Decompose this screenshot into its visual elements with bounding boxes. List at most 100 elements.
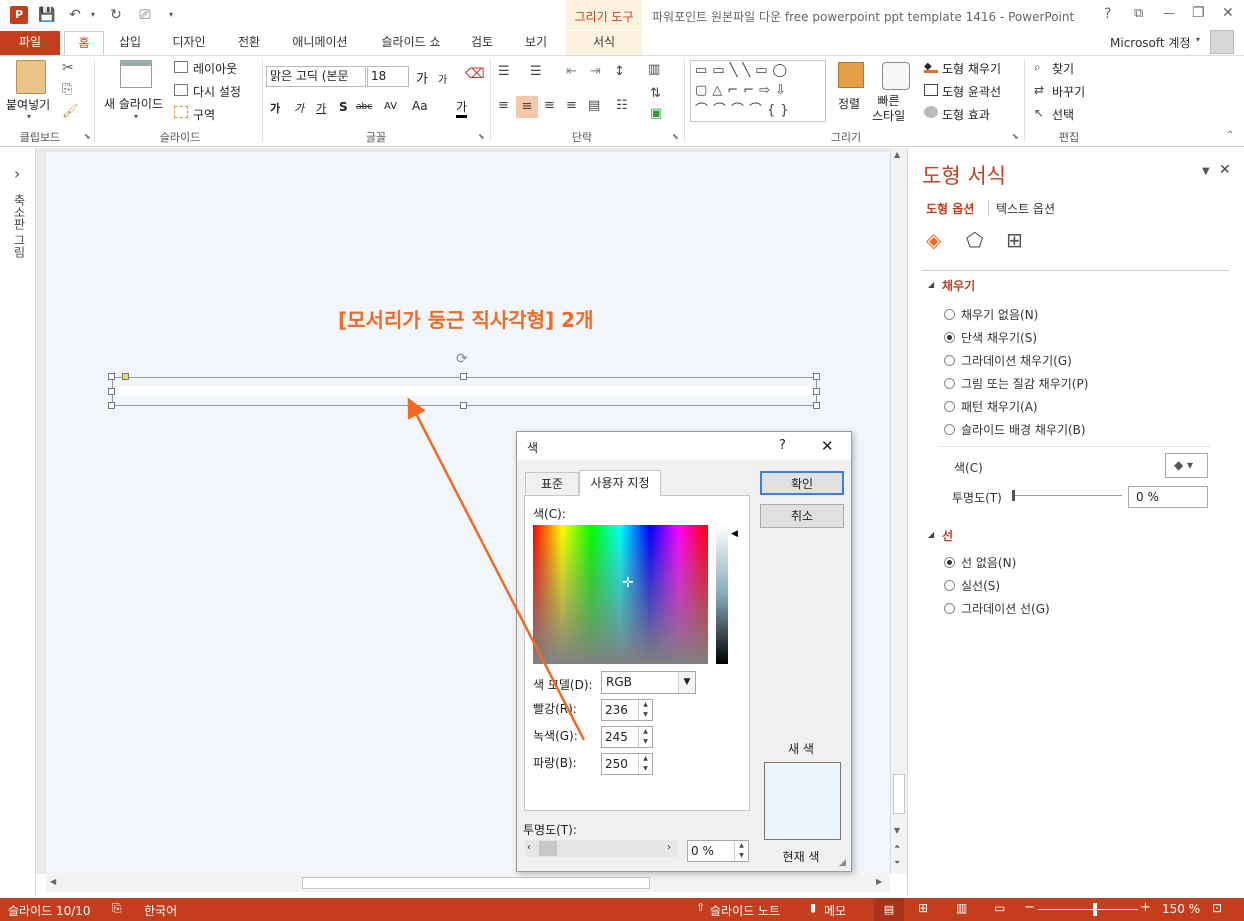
- radio-button[interactable]: [944, 400, 955, 412]
- scroll-right-icon[interactable]: ›: [667, 842, 671, 853]
- shrink-font-button[interactable]: 가: [438, 71, 447, 86]
- customize-qat-icon[interactable]: ▾: [162, 6, 180, 24]
- drawing-launcher-icon[interactable]: ⬊: [1012, 132, 1019, 141]
- tab-home[interactable]: 홈: [64, 31, 104, 55]
- reset-icon[interactable]: [174, 84, 188, 96]
- maximize-button[interactable]: ❐: [1192, 5, 1205, 21]
- redo-icon[interactable]: ↻: [107, 6, 125, 24]
- distributed-icon[interactable]: ▤: [588, 98, 600, 113]
- tab-text-options[interactable]: 텍스트 옵션: [996, 200, 1055, 217]
- line-option-solid[interactable]: 실선(S): [944, 576, 1000, 594]
- section-collapse-icon[interactable]: ◢: [928, 530, 934, 539]
- resize-handle[interactable]: [460, 373, 467, 380]
- account-label[interactable]: Microsoft 계정: [1110, 34, 1191, 51]
- shape-effects-icon[interactable]: [924, 106, 938, 118]
- slideshow-view-icon[interactable]: ▭: [994, 901, 1005, 915]
- notes-button[interactable]: 슬라이드 노트: [710, 902, 780, 919]
- select-button[interactable]: 선택: [1052, 106, 1074, 123]
- vertical-scrollbar[interactable]: ▲ ▼ ⏶ ⏷: [890, 148, 907, 874]
- change-case-button[interactable]: Aa: [412, 99, 428, 113]
- fill-option-pattern[interactable]: 패턴 채우기(A): [944, 397, 1038, 415]
- save-icon[interactable]: 💾: [38, 6, 56, 24]
- tab-view[interactable]: 보기: [516, 31, 556, 55]
- font-name-select[interactable]: 맑은 고딕 (본문: [266, 66, 366, 87]
- justify-icon[interactable]: ≡: [566, 98, 577, 113]
- char-spacing-button[interactable]: AV: [384, 101, 397, 112]
- tab-animations[interactable]: 애니메이션: [280, 31, 360, 55]
- paste-icon[interactable]: [16, 60, 46, 94]
- tab-design[interactable]: 디자인: [160, 31, 218, 55]
- collapse-ribbon-icon[interactable]: ⌃: [1226, 130, 1234, 141]
- spin-buttons[interactable]: ▲ ▼: [638, 727, 652, 747]
- tab-file[interactable]: 파일: [0, 31, 60, 55]
- pane-close-icon[interactable]: ✕: [1219, 162, 1231, 178]
- tab-insert[interactable]: 삽입: [110, 31, 150, 55]
- tab-format[interactable]: 서식: [566, 31, 642, 55]
- resize-grip-icon[interactable]: ◢: [839, 858, 846, 868]
- radio-button[interactable]: [944, 377, 955, 389]
- resize-handle[interactable]: [108, 402, 115, 409]
- tab-custom[interactable]: 사용자 지정: [579, 470, 661, 496]
- section-icon[interactable]: [174, 106, 188, 118]
- scroll-thumb[interactable]: [302, 877, 650, 889]
- language-indicator[interactable]: 한국어: [144, 902, 177, 919]
- zoom-slider-thumb[interactable]: [1093, 903, 1097, 916]
- shapes-gallery[interactable]: ▭▭╲╲▭◯ ▢△⌐⌐⇨⇩ ⌒⌒⌒⌒{}: [690, 60, 826, 122]
- dialog-transparency-input[interactable]: 0 % ▲ ▼: [687, 840, 749, 862]
- blue-input[interactable]: 250 ▲ ▼: [601, 753, 653, 775]
- presentation-start-icon[interactable]: ⎚: [136, 6, 154, 24]
- expand-thumbnails-button[interactable]: ›: [14, 164, 20, 183]
- radio-button[interactable]: [944, 423, 955, 435]
- dialog-help-button[interactable]: ?: [779, 438, 786, 453]
- radio-button[interactable]: [944, 579, 955, 591]
- layout-button[interactable]: 레이아웃: [193, 60, 237, 77]
- luminance-pointer-icon[interactable]: ◀: [731, 529, 738, 539]
- fit-slide-icon[interactable]: ⊡: [1212, 901, 1222, 915]
- increase-indent-icon[interactable]: ⇥: [590, 64, 601, 79]
- close-button[interactable]: ✕: [1222, 5, 1234, 21]
- spellcheck-icon[interactable]: ⎘: [112, 901, 122, 916]
- next-slide-icon[interactable]: ⏷: [894, 858, 900, 868]
- account-dropdown-icon[interactable]: ▾: [1196, 35, 1200, 44]
- scroll-thumb[interactable]: [893, 774, 905, 814]
- prev-slide-icon[interactable]: ⏶: [894, 842, 900, 852]
- slider-thumb[interactable]: [1012, 490, 1015, 501]
- size-properties-icon[interactable]: ⊞: [1006, 228, 1023, 252]
- numbering-icon[interactable]: ☰: [530, 64, 542, 79]
- green-input[interactable]: 245 ▲ ▼: [601, 726, 653, 748]
- arrange-icon[interactable]: [838, 62, 864, 88]
- horizontal-scrollbar[interactable]: ◀ ▶: [46, 875, 890, 892]
- fill-option-background[interactable]: 슬라이드 배경 채우기(B): [944, 420, 1086, 438]
- cut-icon[interactable]: ✂: [62, 60, 74, 76]
- quick-styles-button[interactable]: 빠른 스타일: [872, 94, 905, 124]
- zoom-in-icon[interactable]: +: [1140, 900, 1151, 915]
- reset-button[interactable]: 다시 설정: [193, 83, 241, 100]
- radio-button[interactable]: [944, 556, 955, 568]
- dialog-transparency-value[interactable]: 0 %: [691, 844, 714, 858]
- minimize-button[interactable]: —: [1163, 6, 1175, 20]
- radio-button[interactable]: [944, 602, 955, 614]
- arrange-button[interactable]: 정렬: [838, 95, 860, 112]
- smartart-icon[interactable]: ▣: [650, 106, 662, 121]
- radio-button[interactable]: [944, 308, 955, 320]
- scroll-left-icon[interactable]: ◀: [50, 877, 56, 886]
- luminance-slider[interactable]: [716, 525, 728, 664]
- section-button[interactable]: 구역: [193, 106, 215, 123]
- effects-icon[interactable]: ⬠: [966, 228, 983, 252]
- scroll-down-icon[interactable]: ▼: [894, 826, 900, 835]
- slider-thumb[interactable]: [539, 841, 557, 856]
- align-left-icon[interactable]: ≡: [498, 98, 509, 113]
- align-right-icon[interactable]: ≡: [544, 98, 555, 113]
- rotate-handle-icon[interactable]: ⟳: [456, 351, 468, 367]
- section-collapse-icon[interactable]: ◢: [928, 280, 934, 289]
- clear-format-icon[interactable]: ⌫: [465, 66, 485, 82]
- decrease-indent-icon[interactable]: ⇤: [566, 64, 577, 79]
- text-direction-icon[interactable]: ⇅: [650, 86, 661, 101]
- shadow-button[interactable]: S: [339, 100, 348, 114]
- scroll-up-icon[interactable]: ▲: [894, 150, 900, 159]
- comments-button[interactable]: 메모: [824, 902, 846, 919]
- select-icon[interactable]: ↖: [1034, 106, 1044, 120]
- grow-font-button[interactable]: 가: [416, 68, 428, 87]
- paste-button[interactable]: 붙여넣기: [6, 96, 50, 113]
- bold-button[interactable]: 가: [270, 100, 280, 116]
